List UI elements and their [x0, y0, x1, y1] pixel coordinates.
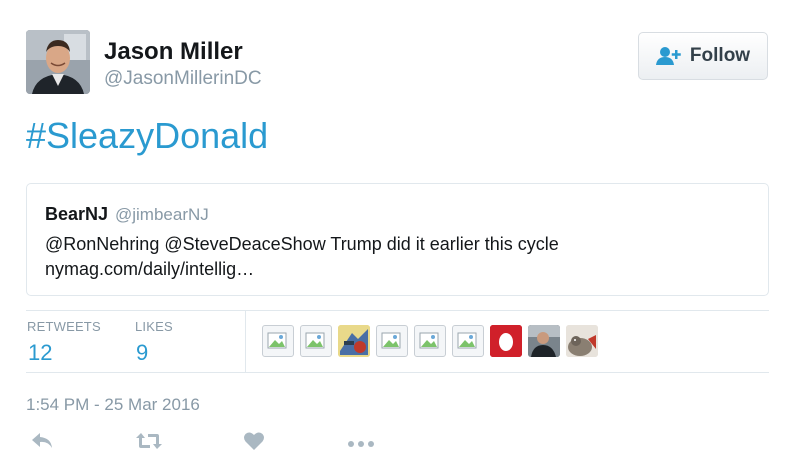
liker-avatars [262, 325, 598, 357]
likes-count[interactable]: 9 [136, 340, 148, 366]
author-screen-name[interactable]: @JasonMillerinDC [104, 68, 262, 90]
red-egg-avatar[interactable] [490, 325, 522, 357]
author-display-name[interactable]: Jason Miller [104, 38, 243, 66]
broken-image-icon[interactable] [414, 325, 446, 357]
likes-label[interactable]: LIKES [135, 319, 173, 334]
author-avatar[interactable] [26, 30, 90, 94]
photo-avatar[interactable] [528, 325, 560, 357]
tweet-hashtag-link[interactable]: #SleazyDonald [26, 115, 268, 157]
retweet-icon[interactable] [135, 430, 163, 457]
stats-top-divider [26, 310, 769, 311]
follow-button[interactable]: Follow [638, 32, 768, 80]
retweets-label[interactable]: RETWEETS [27, 319, 101, 334]
broken-image-icon[interactable] [300, 325, 332, 357]
add-user-icon [655, 46, 682, 66]
follow-button-label: Follow [689, 45, 751, 66]
quoted-tweet-handle: @jimbearNJ [115, 205, 209, 224]
photo-avatar[interactable] [566, 325, 598, 357]
quoted-tweet-text-line1: @RonNehring @SteveDeaceShow Trump did it… [45, 234, 559, 254]
quoted-tweet-link[interactable]: nymag.com/daily/intellig… [45, 257, 745, 282]
broken-image-icon[interactable] [376, 325, 408, 357]
more-icon[interactable] [347, 436, 375, 454]
like-icon[interactable] [243, 430, 265, 457]
broken-image-icon[interactable] [262, 325, 294, 357]
illustrated-avatar[interactable] [338, 325, 370, 357]
retweets-count[interactable]: 12 [28, 340, 52, 366]
reply-icon[interactable] [30, 430, 54, 457]
quoted-tweet-text: @RonNehring @SteveDeaceShow Trump did it… [45, 232, 745, 282]
stats-vertical-divider [245, 310, 246, 372]
author-photo [26, 30, 90, 94]
tweet-timestamp[interactable]: 1:54 PM - 25 Mar 2016 [26, 395, 200, 415]
stats-bottom-divider [26, 372, 769, 373]
quoted-tweet-name: BearNJ [45, 204, 109, 224]
broken-image-icon[interactable] [452, 325, 484, 357]
quoted-tweet-card[interactable]: BearNJ @jimbearNJ @RonNehring @SteveDeac… [26, 183, 769, 296]
